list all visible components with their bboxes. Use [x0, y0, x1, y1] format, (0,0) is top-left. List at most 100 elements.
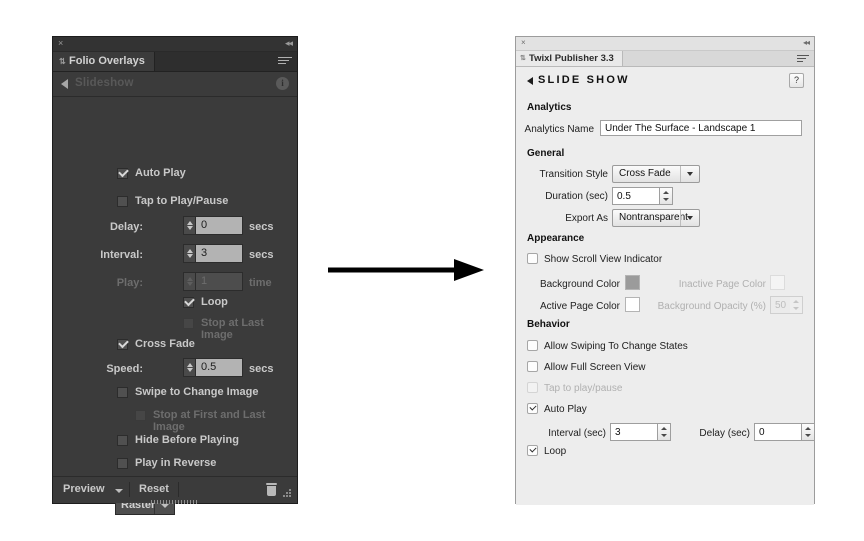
- tab-grip-icon: ⇅: [520, 55, 526, 62]
- panel-menu-icon[interactable]: [797, 55, 809, 63]
- label-show-scroll-view-indicator: Show Scroll View Indicator: [544, 254, 663, 265]
- checkbox-cross-fade[interactable]: [117, 339, 128, 350]
- resize-grip-icon[interactable]: [283, 489, 292, 498]
- label-loop: Loop: [201, 296, 228, 308]
- trash-icon[interactable]: [266, 483, 277, 496]
- section-title-analytics: Analytics: [527, 102, 572, 113]
- label-hide-before-playing: Hide Before Playing: [135, 434, 239, 446]
- stepper-speed[interactable]: [183, 358, 196, 377]
- tab-folio-overlays-label: Folio Overlays: [69, 55, 145, 67]
- close-icon[interactable]: ×: [521, 38, 526, 48]
- panel-resize-handle[interactable]: [151, 500, 199, 504]
- label-analytics-name: Analytics Name: [524, 124, 594, 135]
- panel-menu-icon[interactable]: [278, 57, 292, 66]
- stepper-background-opacity: [790, 296, 803, 314]
- twixl-publisher-panel: × ◂◂ ⇅ Twixl Publisher 3.3 SLIDE SHOW ? …: [515, 36, 815, 505]
- input-duration[interactable]: [612, 187, 660, 205]
- reset-button[interactable]: Reset: [139, 483, 169, 495]
- close-icon[interactable]: ×: [58, 39, 66, 48]
- back-icon[interactable]: [61, 79, 68, 89]
- input-interval[interactable]: [610, 423, 658, 441]
- stepper-play: [183, 272, 196, 291]
- label-transition-style: Transition Style: [539, 169, 608, 180]
- page-title: SLIDE SHOW: [538, 74, 630, 86]
- unit-delay: secs: [249, 221, 274, 233]
- label-play-in-reverse: Play in Reverse: [135, 457, 217, 469]
- chevron-down-icon[interactable]: [680, 166, 699, 182]
- preview-button[interactable]: Preview: [63, 483, 105, 495]
- label-inactive-page-color: Inactive Page Color: [678, 279, 766, 290]
- tab-twixl-publisher-label: Twixl Publisher 3.3: [529, 53, 614, 64]
- stepper-delay[interactable]: [183, 216, 196, 235]
- stepper-interval[interactable]: [183, 244, 196, 263]
- swatch-background-color[interactable]: [625, 275, 640, 290]
- label-loop: Loop: [544, 446, 567, 457]
- back-icon[interactable]: [527, 77, 533, 85]
- tab-twixl-publisher[interactable]: ⇅ Twixl Publisher 3.3: [516, 51, 623, 66]
- label-auto-play: Auto Play: [135, 167, 186, 179]
- collapse-icon[interactable]: ◂◂: [285, 38, 293, 48]
- help-button[interactable]: ?: [789, 73, 804, 88]
- checkbox-stop-at-last-image: [183, 318, 194, 329]
- tab-folio-overlays[interactable]: ⇅ Folio Overlays: [53, 52, 155, 71]
- checkbox-loop[interactable]: [527, 445, 538, 456]
- input-analytics-name[interactable]: [600, 120, 802, 136]
- unit-play: time: [249, 277, 272, 289]
- chevron-down-icon[interactable]: [680, 210, 699, 226]
- select-export-as[interactable]: Nontransparent: [612, 209, 700, 227]
- section-title-general: General: [527, 148, 565, 159]
- input-delay[interactable]: 0: [196, 216, 243, 235]
- swatch-inactive-page-color: [770, 275, 785, 290]
- label-delay: Delay (sec): [699, 428, 750, 439]
- stepper-interval[interactable]: [658, 423, 671, 441]
- select-transition-style-value: Cross Fade: [619, 168, 671, 179]
- folio-panel-body: Auto Play Tap to Play/Pause Delay: 0 sec…: [53, 97, 297, 515]
- info-icon[interactable]: i: [276, 77, 289, 90]
- checkbox-allow-swiping-to-change-states[interactable]: [527, 340, 538, 351]
- checkbox-swipe-to-change-image[interactable]: [117, 387, 128, 398]
- unit-interval: secs: [249, 249, 274, 261]
- folio-panel-footer: Preview Reset: [53, 476, 297, 504]
- input-delay[interactable]: [754, 423, 802, 441]
- label-export-as: Export As: [565, 213, 608, 224]
- twixl-panel-titlebar: × ◂◂: [516, 37, 814, 51]
- select-transition-style[interactable]: Cross Fade: [612, 165, 700, 183]
- checkbox-auto-play[interactable]: [117, 168, 128, 179]
- label-background-opacity: Background Opacity (%): [657, 301, 766, 312]
- footer-divider-1: [129, 482, 130, 497]
- checkbox-hide-before-playing[interactable]: [117, 435, 128, 446]
- collapse-icon[interactable]: ◂◂: [803, 38, 810, 48]
- select-export-as-value: Nontransparent: [619, 212, 688, 223]
- preview-chevron-down-icon[interactable]: [115, 489, 123, 493]
- checkbox-stop-at-first-and-last-image: [135, 410, 146, 421]
- label-allow-full-screen-view: Allow Full Screen View: [544, 362, 646, 373]
- twixl-panel-body: SLIDE SHOW ? Analytics Analytics Name Ge…: [516, 67, 815, 505]
- checkbox-loop[interactable]: [183, 297, 194, 308]
- slide-show-header: SLIDE SHOW ?: [516, 67, 814, 97]
- checkbox-allow-full-screen-view[interactable]: [527, 361, 538, 372]
- label-swipe-to-change-image: Swipe to Change Image: [135, 386, 259, 398]
- flow-arrow: [326, 256, 486, 284]
- checkbox-show-scroll-view-indicator[interactable]: [527, 253, 538, 264]
- input-play: 1: [196, 272, 243, 291]
- label-background-color: Background Color: [539, 279, 620, 290]
- folio-panel-titlebar: × ◂◂: [53, 37, 297, 52]
- section-title-behavior: Behavior: [527, 319, 570, 330]
- label-speed: Speed:: [106, 363, 143, 375]
- label-play: Play:: [116, 277, 143, 289]
- label-cross-fade: Cross Fade: [135, 338, 195, 350]
- label-tap-to-play-pause: Tap to play/pause: [544, 383, 623, 394]
- label-allow-swiping-to-change-states: Allow Swiping To Change States: [544, 341, 688, 352]
- checkbox-auto-play[interactable]: [527, 403, 538, 414]
- checkbox-play-in-reverse[interactable]: [117, 458, 128, 469]
- tab-grip-icon: ⇅: [59, 57, 66, 66]
- flow-arrow-svg: [328, 259, 484, 281]
- folio-subheader-title: Slideshow: [75, 77, 134, 89]
- stepper-delay[interactable]: [802, 423, 815, 441]
- input-speed[interactable]: 0.5: [196, 358, 243, 377]
- stepper-duration[interactable]: [660, 187, 673, 205]
- checkbox-tap-to-play-pause[interactable]: [117, 196, 128, 207]
- input-interval[interactable]: 3: [196, 244, 243, 263]
- folio-overlays-panel: × ◂◂ ⇅ Folio Overlays Slideshow i Auto P…: [52, 36, 298, 515]
- section-title-appearance: Appearance: [527, 233, 585, 244]
